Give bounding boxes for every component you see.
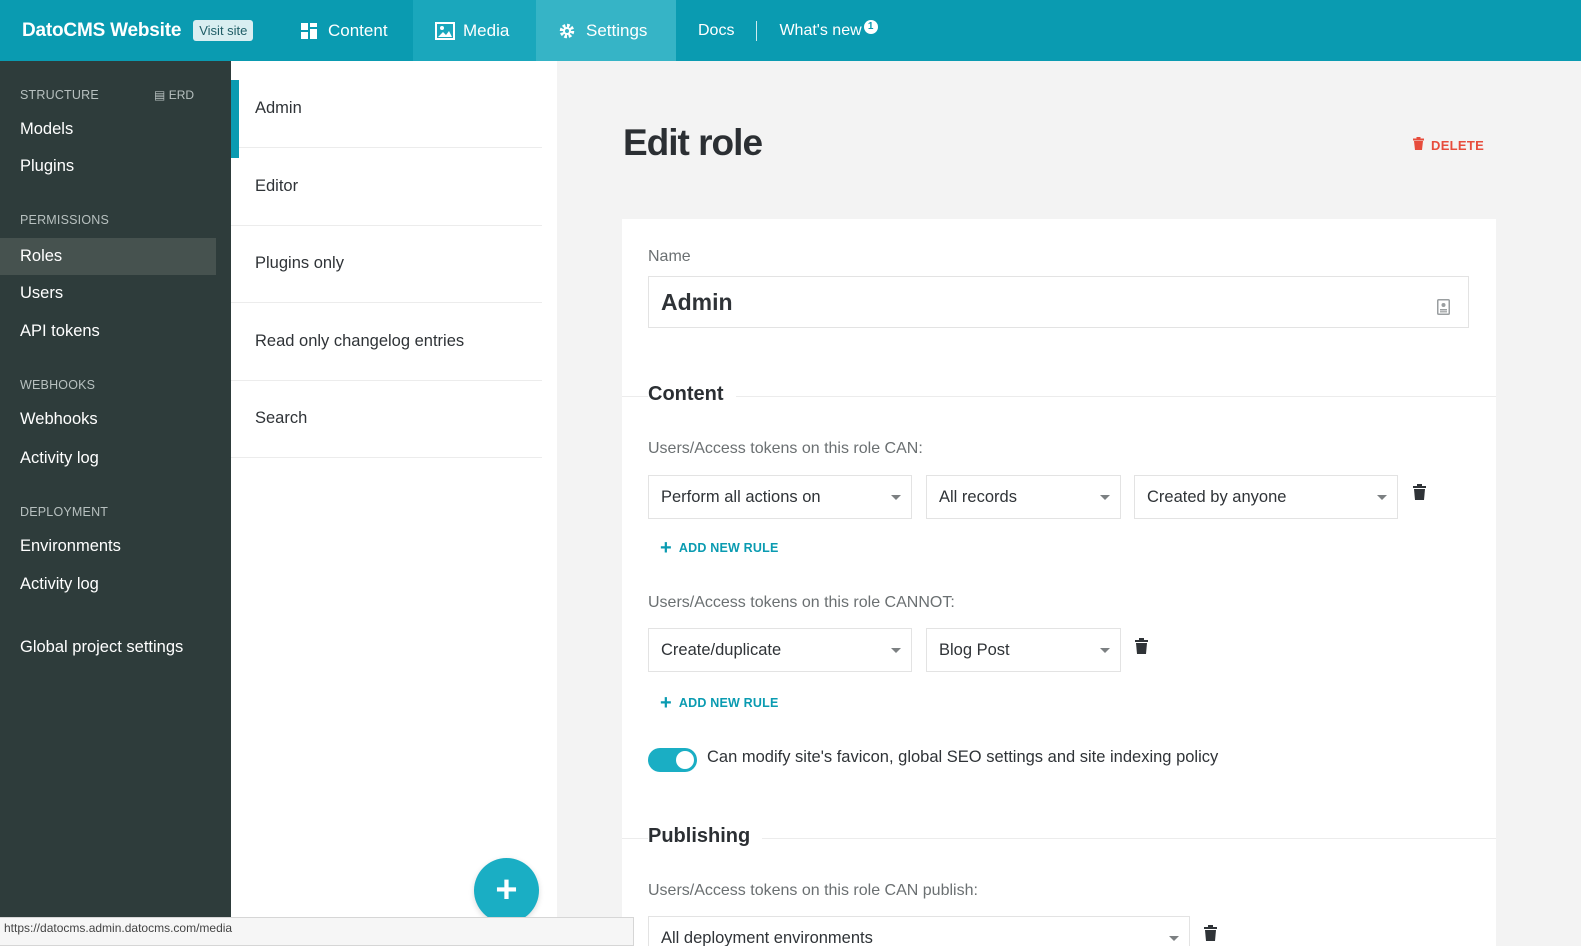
chevron-down-icon xyxy=(1377,495,1387,500)
add-cannot-rule-label: ADD NEW RULE xyxy=(678,696,779,710)
publishing-heading: Publishing xyxy=(648,825,763,848)
section-webhooks: WEBHOOKS xyxy=(20,378,96,392)
add-can-rule-label: ADD NEW RULE xyxy=(678,541,779,555)
role-item-admin[interactable]: Admin xyxy=(231,70,542,158)
gear-icon xyxy=(558,22,576,40)
sidebar-item-global-settings[interactable]: Global project settings xyxy=(0,629,216,666)
remove-can-rule-trash-icon[interactable] xyxy=(1413,484,1426,505)
settings-sidebar: STRUCTURE ▤ ERD Models Plugins PERMISSIO… xyxy=(0,61,231,946)
add-role-button[interactable]: + xyxy=(474,858,539,923)
can-scope-value: All records xyxy=(939,487,1017,506)
seo-settings-toggle[interactable] xyxy=(648,748,697,772)
publish-environment-value: All deployment environments xyxy=(661,928,873,946)
tab-content-label: Content xyxy=(328,20,388,40)
delete-label: DELETE xyxy=(1431,137,1485,153)
can-scope-select[interactable]: All records xyxy=(926,475,1121,519)
can-creator-select[interactable]: Created by anyone xyxy=(1134,475,1398,519)
role-item-search[interactable]: Search xyxy=(231,380,542,458)
tab-settings-label: Settings xyxy=(586,20,648,40)
remove-cannot-rule-trash-icon[interactable] xyxy=(1135,638,1148,659)
tab-media-label: Media xyxy=(463,20,510,40)
toggle-knob xyxy=(676,751,694,769)
contact-card-icon xyxy=(1437,294,1450,321)
plus-icon: + xyxy=(660,537,672,559)
publish-environment-select[interactable]: All deployment environments xyxy=(648,916,1190,946)
section-permissions: PERMISSIONS xyxy=(20,213,110,227)
chevron-down-icon xyxy=(891,495,901,500)
top-navigation-bar: DatoCMS Website Visit site Content Media… xyxy=(0,0,1581,61)
diagram-icon: ▤ xyxy=(154,88,166,102)
seo-settings-toggle-label: Can modify site's favicon, global SEO se… xyxy=(707,748,1219,766)
content-heading: Content xyxy=(648,383,736,406)
plus-icon: + xyxy=(495,869,518,911)
content-divider xyxy=(622,396,1496,397)
grid-icon xyxy=(300,22,318,40)
visit-site-button[interactable]: Visit site xyxy=(193,20,254,41)
chevron-down-icon xyxy=(891,648,901,653)
page-title: Edit role xyxy=(623,122,763,163)
sidebar-item-roles[interactable]: Roles xyxy=(0,238,216,275)
whats-new-badge: 1 xyxy=(863,19,878,34)
tab-content[interactable]: Content xyxy=(278,0,413,61)
role-item-editor[interactable]: Editor xyxy=(231,148,542,226)
whats-new-link[interactable]: What's new 1 xyxy=(779,19,878,40)
erd-label: ERD xyxy=(168,88,195,102)
erd-link[interactable]: ▤ ERD xyxy=(154,88,194,102)
plus-icon: + xyxy=(660,692,672,714)
chevron-down-icon xyxy=(1100,495,1110,500)
remove-publish-rule-trash-icon[interactable] xyxy=(1204,925,1217,946)
cannot-action-value: Create/duplicate xyxy=(661,640,782,659)
name-value: Admin xyxy=(661,288,733,315)
add-cannot-rule-button[interactable]: + ADD NEW RULE xyxy=(660,692,779,714)
whats-new-label: What's new xyxy=(779,21,862,39)
chevron-down-icon xyxy=(1169,936,1179,941)
cannot-action-select[interactable]: Create/duplicate xyxy=(648,628,912,672)
roles-list-panel: Admin Editor Plugins only Read only chan… xyxy=(231,61,557,946)
trash-icon xyxy=(1413,137,1424,153)
chevron-down-icon xyxy=(1100,648,1110,653)
status-bar-url: https://datocms.admin.datocms.com/media xyxy=(0,917,634,946)
sidebar-item-plugins[interactable]: Plugins xyxy=(0,148,216,185)
cannot-model-value: Blog Post xyxy=(939,640,1010,659)
sidebar-item-webhooks[interactable]: Webhooks xyxy=(0,401,216,438)
sidebar-item-users[interactable]: Users xyxy=(0,275,216,312)
cannot-model-select[interactable]: Blog Post xyxy=(926,628,1121,672)
section-structure: STRUCTURE xyxy=(20,88,99,102)
sidebar-item-api-tokens[interactable]: API tokens xyxy=(0,313,216,350)
brand-area: DatoCMS Website Visit site xyxy=(0,0,278,61)
section-deployment: DEPLOYMENT xyxy=(20,505,109,519)
image-icon xyxy=(435,21,455,40)
can-action-value: Perform all actions on xyxy=(661,487,821,506)
publish-label: Users/Access tokens on this role CAN pub… xyxy=(648,882,978,899)
tab-media[interactable]: Media xyxy=(413,0,536,61)
sidebar-item-models[interactable]: Models xyxy=(0,111,216,148)
header-divider xyxy=(756,20,758,41)
tab-settings[interactable]: Settings xyxy=(536,0,676,61)
sidebar-item-environments[interactable]: Environments xyxy=(0,528,216,565)
project-title[interactable]: DatoCMS Website xyxy=(22,20,181,42)
header-links: Docs What's new 1 xyxy=(698,0,878,61)
name-input[interactable]: Admin xyxy=(648,276,1469,328)
delete-button[interactable]: DELETE xyxy=(1413,137,1484,153)
sidebar-item-webhooks-activity-log[interactable]: Activity log xyxy=(0,440,216,477)
can-label: Users/Access tokens on this role CAN: xyxy=(648,440,923,457)
can-creator-value: Created by anyone xyxy=(1147,487,1287,506)
sidebar-item-deployment-activity-log[interactable]: Activity log xyxy=(0,566,216,603)
docs-link[interactable]: Docs xyxy=(698,22,734,40)
role-form-card: Name Admin Content Users/Access tokens o… xyxy=(622,219,1496,946)
can-action-select[interactable]: Perform all actions on xyxy=(648,475,912,519)
role-item-read-only-changelog[interactable]: Read only changelog entries xyxy=(231,303,542,381)
add-can-rule-button[interactable]: + ADD NEW RULE xyxy=(660,537,779,559)
cannot-label: Users/Access tokens on this role CANNOT: xyxy=(648,594,955,611)
role-item-plugins-only[interactable]: Plugins only xyxy=(231,225,542,303)
name-label: Name xyxy=(648,248,691,265)
